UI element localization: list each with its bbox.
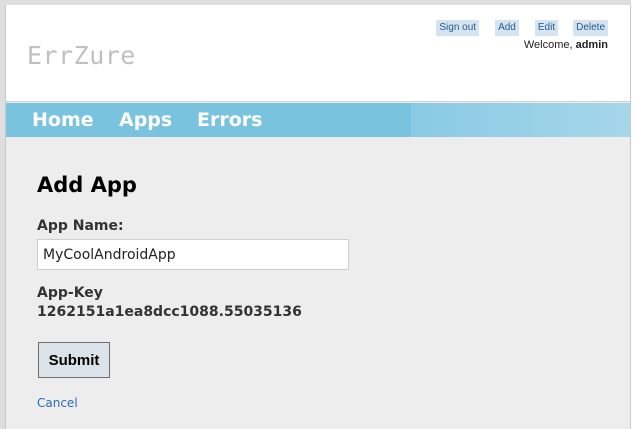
- main-nav: Home Apps Errors: [6, 103, 630, 137]
- sign-out-button[interactable]: Sign out: [436, 20, 480, 36]
- edit-button[interactable]: Edit: [534, 20, 559, 36]
- page-window: ErrZure Sign out Add Edit Delete Welcome…: [5, 5, 631, 429]
- nav-item-errors[interactable]: Errors: [197, 109, 262, 131]
- welcome-message: Welcome, admin: [524, 39, 608, 51]
- app-key-label: App-Key: [37, 285, 103, 301]
- delete-button[interactable]: Delete: [573, 20, 608, 36]
- username: admin: [575, 39, 608, 51]
- top-actions: Sign out Add Edit Delete: [436, 20, 608, 36]
- submit-button[interactable]: Submit: [38, 342, 110, 378]
- welcome-prefix: Welcome,: [523, 39, 576, 51]
- site-logo: ErrZure: [27, 41, 136, 70]
- page-title: Add App: [37, 173, 137, 197]
- app-key-value: 1262151a1ea8dcc1088.55035136: [37, 304, 302, 320]
- app-name-label: App Name:: [37, 218, 124, 234]
- nav-item-apps[interactable]: Apps: [119, 109, 172, 131]
- nav-item-home[interactable]: Home: [32, 109, 94, 131]
- browser-frame: ErrZure Sign out Add Edit Delete Welcome…: [0, 0, 636, 429]
- app-name-input[interactable]: [37, 239, 349, 270]
- add-button[interactable]: Add: [495, 20, 519, 36]
- window-edge: [631, 0, 636, 429]
- site-header: ErrZure Sign out Add Edit Delete Welcome…: [6, 5, 630, 102]
- cancel-link[interactable]: Cancel: [37, 396, 78, 410]
